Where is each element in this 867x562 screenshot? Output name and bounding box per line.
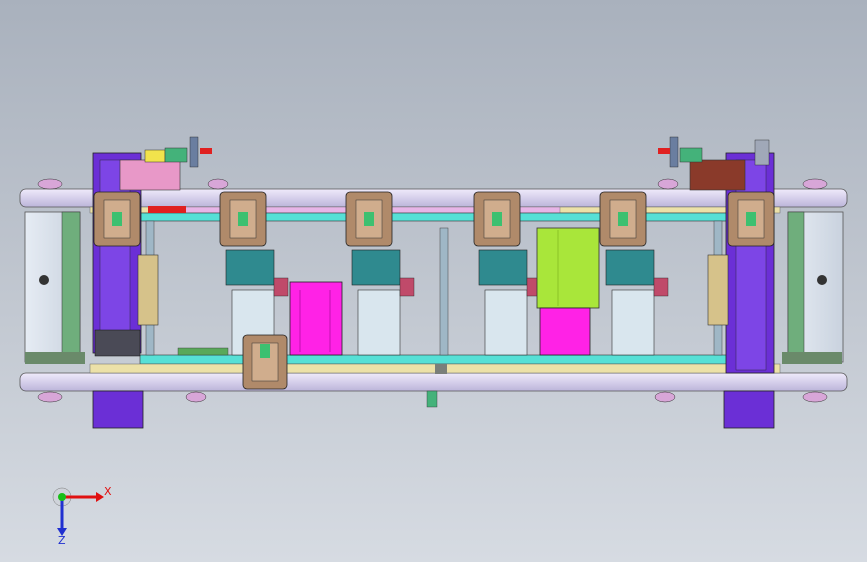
- rail-bolt-br: [802, 391, 828, 403]
- post-2: [439, 227, 449, 356]
- rail-bolt-tl2: [207, 178, 229, 190]
- magenta-motor-left: [289, 281, 343, 356]
- left-top-pink-block: [119, 159, 181, 191]
- teal-clamp-2: [351, 249, 401, 286]
- clamp-fitting-1: [273, 277, 289, 297]
- bottom-gray-block: [435, 364, 447, 374]
- z-axis-label: Z: [58, 534, 66, 547]
- axis-triad: X Z: [52, 485, 112, 547]
- rail-bolt-tr: [802, 178, 828, 190]
- x-axis-label: X: [104, 485, 112, 498]
- gripper-upper-1: [93, 191, 141, 247]
- left-green-strip: [61, 211, 81, 363]
- machine-assembly: [19, 136, 848, 429]
- teal-clamp-4: [605, 249, 655, 286]
- top-rail: [19, 188, 848, 208]
- bottom-rail: [19, 372, 848, 392]
- clamp-fitting-2: [399, 277, 415, 297]
- right-green-strip: [787, 211, 805, 363]
- right-top-green: [679, 147, 703, 163]
- bottom-green-plate: [177, 347, 229, 356]
- station-col-2: [357, 289, 401, 356]
- clamp-fitting-4: [653, 277, 669, 297]
- gripper-lower: [242, 334, 288, 390]
- bottom-green-bar-right: [782, 352, 842, 364]
- right-plate-bolt: [817, 275, 827, 285]
- left-top-red-cap: [200, 148, 212, 154]
- right-top-red-cap: [658, 148, 670, 154]
- teal-clamp-1: [225, 249, 275, 286]
- left-motor-bottom: [92, 390, 144, 429]
- bottom-green-bar: [25, 352, 85, 364]
- teal-clamp-3: [478, 249, 528, 286]
- left-motor-bracket: [94, 329, 141, 357]
- gripper-upper-6: [727, 191, 775, 247]
- left-top-green: [164, 147, 188, 163]
- magenta-motor-right: [539, 307, 591, 356]
- right-motor-inner: [735, 159, 767, 371]
- gripper-upper-3: [345, 191, 393, 247]
- left-top-fitting: [189, 136, 199, 168]
- rail-bolt-br2: [654, 391, 676, 403]
- rail-bolt-bl: [37, 391, 63, 403]
- station-col-4: [611, 289, 655, 356]
- gripper-upper-4: [473, 191, 521, 247]
- y-axis-dot: [58, 493, 66, 501]
- left-plate-bolt: [39, 275, 49, 285]
- rail-bolt-tl: [37, 178, 63, 190]
- left-tan-block: [137, 254, 159, 326]
- left-top-yellow: [144, 149, 166, 163]
- right-top-fitting: [669, 136, 679, 168]
- bottom-green-stub: [426, 390, 438, 408]
- rail-bolt-bl2: [185, 391, 207, 403]
- right-top-brown-block: [689, 159, 746, 191]
- rail-bolt-tr2: [657, 178, 679, 190]
- right-top-valve: [754, 139, 770, 166]
- bottom-cyan-strip: [139, 354, 731, 365]
- top-red-tab: [148, 206, 186, 213]
- cad-viewport[interactable]: X Z: [0, 0, 867, 562]
- lime-motor: [536, 227, 600, 309]
- gripper-upper-5: [599, 191, 647, 247]
- station-col-3: [484, 289, 528, 356]
- gripper-upper-2: [219, 191, 267, 247]
- right-motor-bottom: [723, 390, 775, 429]
- right-tan-block: [707, 254, 729, 326]
